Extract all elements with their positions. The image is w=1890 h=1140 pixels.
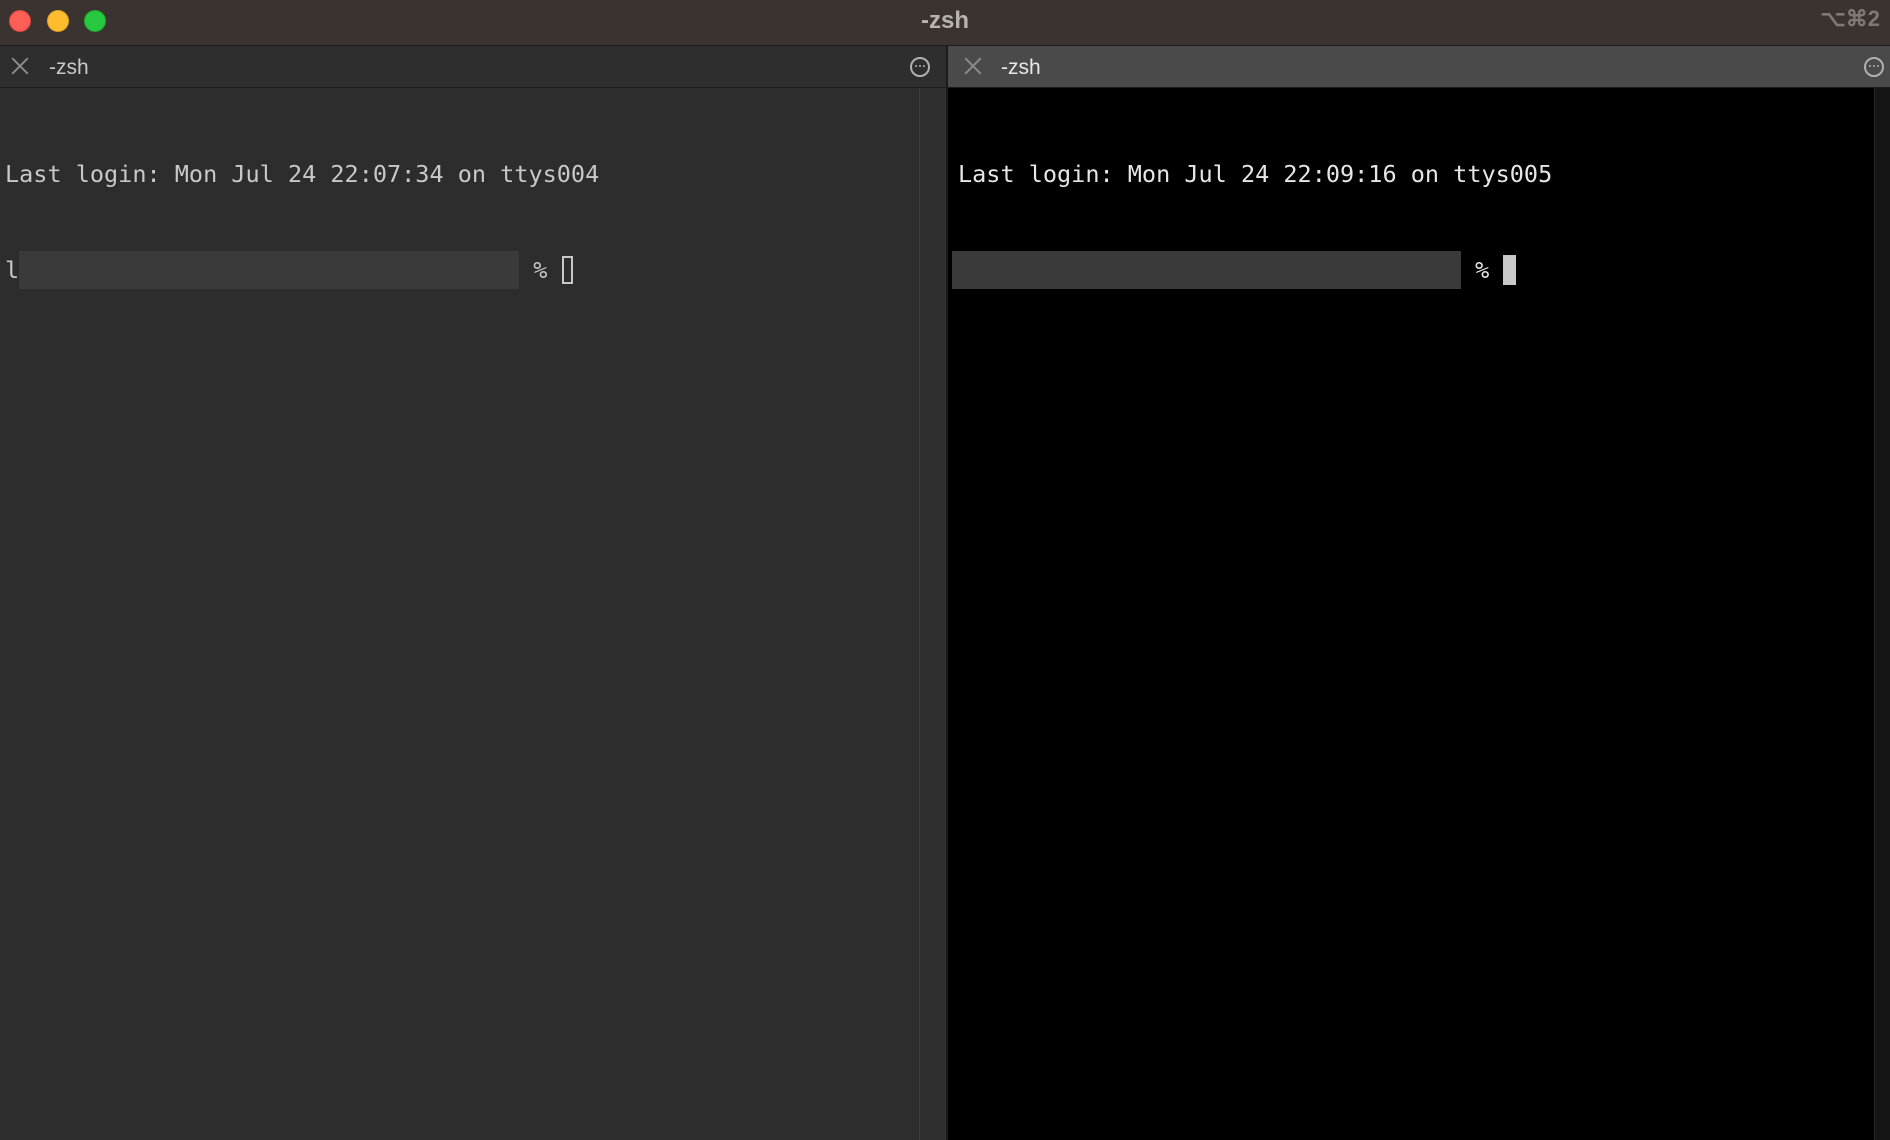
window-shortcut-label: ⌥⌘2 bbox=[1820, 6, 1880, 31]
ellipsis-circle-icon[interactable] bbox=[1864, 57, 1884, 77]
tab-left[interactable]: -zsh bbox=[0, 46, 946, 88]
redacted-prompt bbox=[952, 251, 1461, 289]
terminal-window: -zsh ⌥⌘2 -zsh -zsh Last login: Mon Jul 2… bbox=[0, 0, 1890, 1140]
prompt-symbol: % bbox=[1461, 256, 1504, 284]
tab-title: -zsh bbox=[49, 56, 89, 79]
text-cursor bbox=[1503, 255, 1517, 285]
window-title: -zsh bbox=[921, 7, 969, 34]
text-cursor bbox=[561, 256, 573, 284]
tab-right[interactable]: -zsh bbox=[948, 46, 1890, 88]
tab-title: -zsh bbox=[1001, 56, 1041, 79]
close-icon[interactable] bbox=[9, 55, 31, 77]
prompt-prefix: l bbox=[5, 256, 20, 284]
title-bar[interactable]: -zsh ⌥⌘2 bbox=[0, 0, 1890, 46]
ellipsis-circle-icon[interactable] bbox=[910, 57, 930, 77]
login-line: Last login: Mon Jul 24 22:09:16 on ttys0… bbox=[958, 160, 1553, 188]
scrollbar-right[interactable] bbox=[1874, 88, 1890, 1140]
scrollbar-left[interactable] bbox=[919, 88, 946, 1140]
terminal-pane-left[interactable]: Last login: Mon Jul 24 22:07:34 on ttys0… bbox=[0, 88, 919, 1140]
prompt-line: l % bbox=[5, 251, 919, 289]
login-line: Last login: Mon Jul 24 22:07:34 on ttys0… bbox=[5, 160, 600, 188]
prompt-line: % bbox=[952, 251, 1874, 289]
prompt-symbol: % bbox=[519, 256, 562, 284]
close-icon[interactable] bbox=[962, 55, 984, 77]
terminal-pane-right[interactable]: Last login: Mon Jul 24 22:09:16 on ttys0… bbox=[948, 88, 1874, 1140]
redacted-prompt bbox=[19, 251, 520, 289]
